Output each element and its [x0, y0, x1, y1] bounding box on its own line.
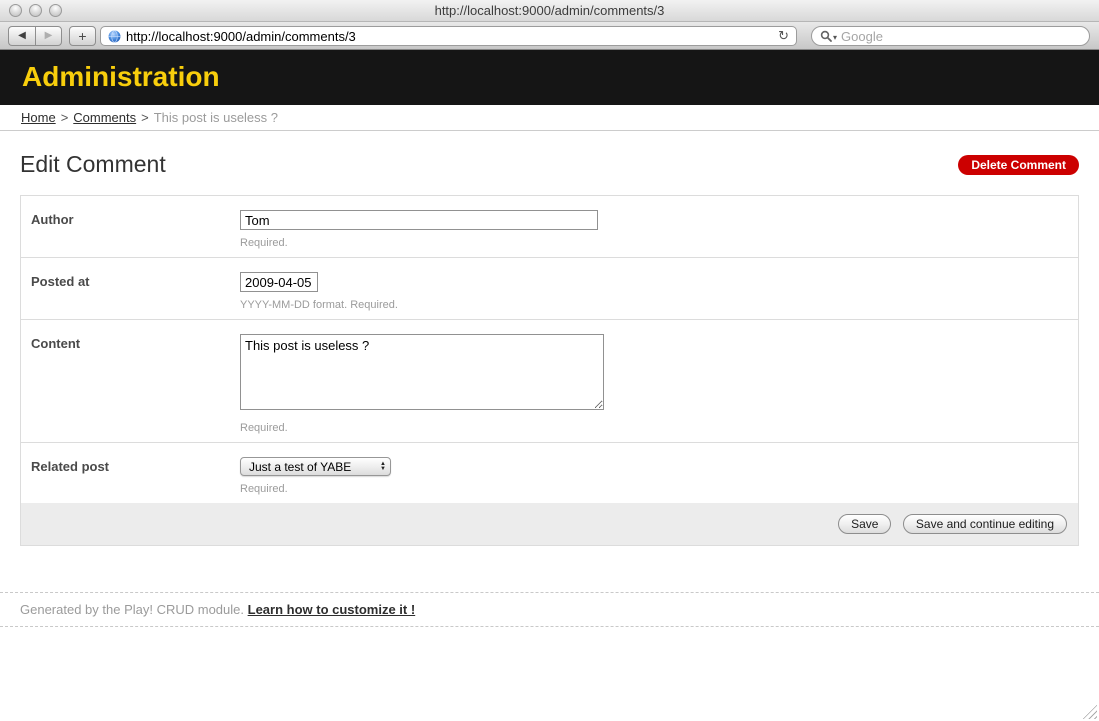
- zoom-window-icon[interactable]: [49, 4, 62, 17]
- breadcrumb: Home > Comments > This post is useless ?: [0, 105, 1099, 131]
- footer-text: Generated by the Play! CRUD module.: [20, 602, 244, 617]
- content-textarea[interactable]: This post is useless ?: [240, 334, 604, 410]
- breadcrumb-comments-link[interactable]: Comments: [73, 110, 136, 125]
- breadcrumb-home-link[interactable]: Home: [21, 110, 56, 125]
- address-bar[interactable]: http://localhost:9000/admin/comments/3 ↻: [100, 26, 797, 46]
- back-button[interactable]: ◀: [8, 26, 35, 46]
- window-titlebar: http://localhost:9000/admin/comments/3: [0, 0, 1099, 22]
- stepper-down-icon: ▼: [380, 467, 386, 472]
- author-control: Required.: [240, 210, 1078, 249]
- form-row-content: Content This post is useless ? Required.: [21, 320, 1078, 443]
- edit-comment-form: Author Required. Posted at YYYY-MM-DD fo…: [20, 195, 1079, 546]
- save-button[interactable]: Save: [838, 514, 891, 534]
- form-actions: Save Save and continue editing: [21, 503, 1078, 545]
- customize-link[interactable]: Learn how to customize it !: [248, 602, 416, 617]
- posted-at-label: Posted at: [21, 272, 240, 311]
- minimize-window-icon[interactable]: [29, 4, 42, 17]
- browser-toolbar: ◀ ▶ + http://localhost:9000/admin/commen…: [0, 22, 1099, 50]
- window-controls: [9, 4, 62, 17]
- form-row-posted-at: Posted at YYYY-MM-DD format. Required.: [21, 258, 1078, 320]
- posted-at-control: YYYY-MM-DD format. Required.: [240, 272, 1078, 311]
- window-resize-grip[interactable]: [1082, 704, 1097, 719]
- breadcrumb-current: This post is useless ?: [154, 110, 278, 125]
- close-window-icon[interactable]: [9, 4, 22, 17]
- admin-title: Administration: [0, 50, 1099, 104]
- related-post-control: Just a test of YABE ▲ ▼ Required.: [240, 457, 1078, 495]
- new-tab-button[interactable]: +: [69, 26, 96, 46]
- form-row-related-post: Related post Just a test of YABE ▲ ▼ Req…: [21, 443, 1078, 503]
- content-hint: Required.: [240, 422, 1078, 434]
- breadcrumb-separator: >: [141, 110, 149, 125]
- page-head: Edit Comment Delete Comment: [20, 151, 1079, 178]
- search-dropdown-icon[interactable]: ▾: [833, 33, 837, 42]
- related-post-label: Related post: [21, 457, 240, 495]
- related-post-hint: Required.: [240, 483, 1078, 495]
- content-label: Content: [21, 334, 240, 434]
- posted-at-input[interactable]: [240, 272, 318, 292]
- url-text: http://localhost:9000/admin/comments/3: [126, 29, 356, 44]
- author-label: Author: [21, 210, 240, 249]
- delete-comment-button[interactable]: Delete Comment: [958, 155, 1079, 175]
- author-hint: Required.: [240, 237, 1078, 249]
- search-icon[interactable]: [820, 30, 832, 42]
- form-row-author: Author Required.: [21, 196, 1078, 258]
- content-control: This post is useless ? Required.: [240, 334, 1078, 434]
- back-icon: ◀: [18, 30, 26, 41]
- author-input[interactable]: [240, 210, 598, 230]
- page-footer: Generated by the Play! CRUD module. Lear…: [0, 592, 1099, 627]
- globe-icon: [108, 30, 121, 43]
- breadcrumb-separator: >: [61, 110, 69, 125]
- admin-header: Administration: [0, 50, 1099, 105]
- window-title: http://localhost:9000/admin/comments/3: [0, 0, 1099, 21]
- posted-at-hint: YYYY-MM-DD format. Required.: [240, 299, 1078, 311]
- search-bar[interactable]: ▾: [811, 26, 1090, 46]
- forward-button[interactable]: ▶: [35, 26, 62, 46]
- related-post-select[interactable]: Just a test of YABE ▲ ▼: [240, 457, 391, 476]
- related-post-selected-value: Just a test of YABE: [249, 460, 351, 474]
- main-content: Edit Comment Delete Comment Author Requi…: [0, 151, 1099, 546]
- search-input[interactable]: [841, 29, 1081, 44]
- save-and-continue-button[interactable]: Save and continue editing: [903, 514, 1067, 534]
- page-title: Edit Comment: [20, 151, 166, 178]
- plus-icon: +: [78, 28, 86, 44]
- reload-icon[interactable]: ↻: [778, 28, 789, 44]
- select-stepper-icon: ▲ ▼: [380, 462, 386, 472]
- forward-icon: ▶: [45, 30, 53, 41]
- nav-buttons: ◀ ▶: [8, 26, 62, 46]
